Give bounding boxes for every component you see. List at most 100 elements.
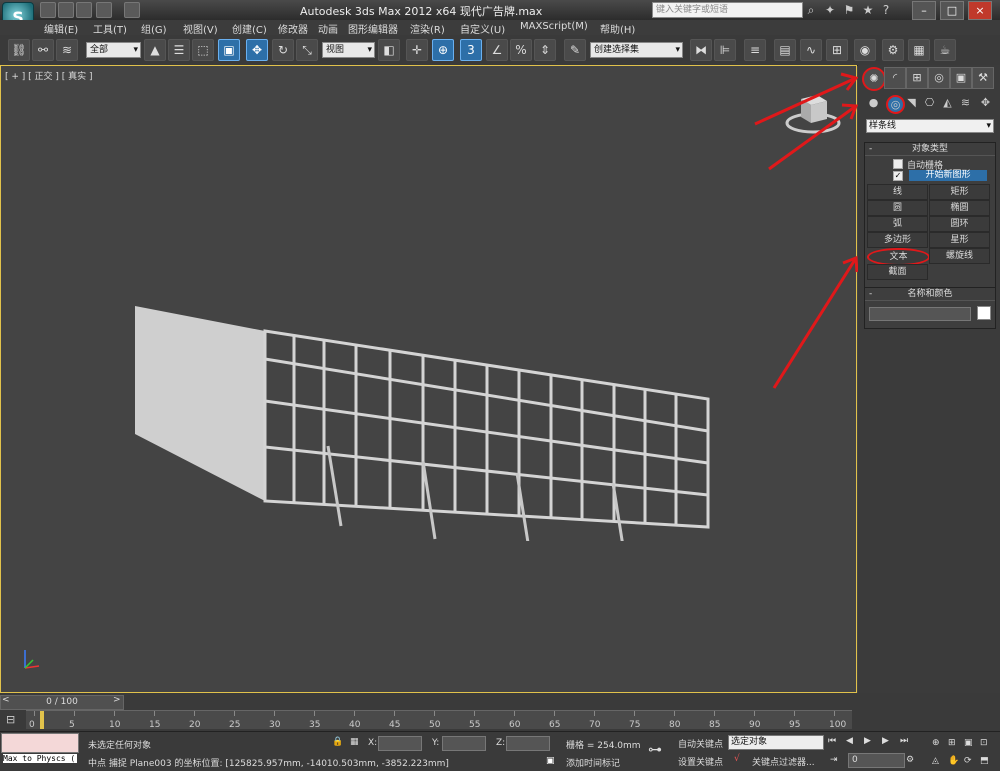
menu-views[interactable]: 视图(V): [183, 21, 218, 36]
open-file-icon[interactable]: [58, 2, 74, 18]
current-frame-field[interactable]: 0: [848, 753, 905, 768]
menu-help[interactable]: 帮助(H): [600, 21, 635, 36]
hierarchy-tab-icon[interactable]: ⊞: [906, 67, 928, 89]
pivot-center-icon[interactable]: ◧: [378, 39, 400, 61]
select-object-icon[interactable]: ▲: [144, 39, 166, 61]
object-color-swatch[interactable]: [977, 306, 991, 320]
object-type-header[interactable]: - 对象类型: [865, 143, 995, 156]
y-coordinate-field[interactable]: [442, 736, 486, 751]
menu-modifiers[interactable]: 修改器: [278, 21, 308, 36]
arc-button[interactable]: 弧: [867, 216, 928, 232]
key-mode-toggle-icon[interactable]: ⇥: [830, 755, 838, 765]
mini-curve-editor-icon[interactable]: ⊟: [6, 713, 15, 726]
menu-rendering[interactable]: 渲染(R): [410, 21, 445, 36]
render-production-icon[interactable]: ☕: [934, 39, 956, 61]
z-coordinate-field[interactable]: [506, 736, 550, 751]
edit-named-selection-icon[interactable]: ✎: [564, 39, 586, 61]
bind-space-warp-icon[interactable]: ≋: [56, 39, 78, 61]
selection-region-icon[interactable]: ⬚: [192, 39, 214, 61]
search-icon[interactable]: ⌕: [803, 2, 819, 18]
select-and-move-icon[interactable]: ✥: [246, 39, 268, 61]
next-frame-icon[interactable]: ▶: [882, 736, 889, 746]
maximize-viewport-icon[interactable]: ⬒: [980, 756, 989, 766]
auto-key-button[interactable]: 自动关键点: [678, 737, 723, 750]
menu-edit[interactable]: 编辑(E): [44, 21, 78, 36]
favorites-icon[interactable]: ★: [860, 2, 876, 18]
time-track[interactable]: 0 5 10 15 20 25 30 35 40 45 50 55 60 65 70 75 80 85 90 95 10…: [26, 710, 852, 730]
render-setup-icon[interactable]: ⚙: [882, 39, 904, 61]
key-filters-button[interactable]: 关键点过滤器...: [752, 755, 815, 768]
add-time-tag[interactable]: 添加时间标记: [566, 756, 620, 769]
mirror-icon[interactable]: ⧓: [690, 39, 712, 61]
circle-button[interactable]: 圆: [867, 200, 928, 216]
script-listener-field[interactable]: [1, 733, 79, 753]
name-and-color-header[interactable]: - 名称和颜色: [865, 288, 995, 301]
menu-group[interactable]: 组(G): [141, 21, 167, 36]
time-cursor[interactable]: [40, 711, 44, 729]
previous-frame-icon[interactable]: ◀: [846, 736, 853, 746]
object-name-field[interactable]: [869, 307, 971, 321]
geometry-icon[interactable]: ●: [866, 95, 881, 110]
menu-animation[interactable]: 动画: [318, 21, 338, 36]
subscription-icon[interactable]: ✦: [822, 2, 838, 18]
minimize-button[interactable]: –: [912, 1, 936, 20]
utilities-tab-icon[interactable]: ⚒: [972, 67, 994, 89]
zoom-extents-all-icon[interactable]: ⊡: [980, 738, 988, 748]
modify-tab-icon[interactable]: ◜: [884, 67, 906, 89]
slider-prev-icon[interactable]: <: [2, 695, 10, 705]
start-new-shape-button[interactable]: 开始新图形: [909, 170, 987, 181]
graphite-ribbon-icon[interactable]: ▤: [774, 39, 796, 61]
ellipse-button[interactable]: 椭圆: [929, 200, 990, 216]
menu-maxscript[interactable]: MAXScript(M): [520, 21, 588, 32]
angle-snap-icon[interactable]: ∠: [486, 39, 508, 61]
window-crossing-icon[interactable]: ▣: [218, 39, 240, 61]
zoom-icon[interactable]: ⊕: [932, 738, 940, 748]
helix-button[interactable]: 螺旋线: [929, 248, 990, 264]
layer-manager-icon[interactable]: ≡: [744, 39, 766, 61]
shape-category-dropdown[interactable]: 样条线: [866, 119, 994, 133]
space-warps-icon[interactable]: ≋: [958, 95, 973, 110]
go-to-start-icon[interactable]: ⏮: [828, 736, 836, 746]
menu-customize[interactable]: 自定义(U): [460, 21, 505, 36]
help-icon[interactable]: ?: [878, 2, 894, 18]
systems-icon[interactable]: ✥: [978, 95, 993, 110]
search-input[interactable]: 键入关键字或短语: [652, 2, 803, 18]
menu-create[interactable]: 创建(C): [232, 21, 267, 36]
create-tab-icon[interactable]: ✺: [862, 67, 886, 91]
time-tag-icon[interactable]: ▣: [546, 756, 555, 766]
absolute-mode-icon[interactable]: ▦: [350, 737, 359, 747]
zoom-extents-icon[interactable]: ▣: [964, 738, 973, 748]
selection-lock-icon[interactable]: 🔒: [332, 737, 343, 747]
time-slider[interactable]: 0 / 100: [0, 695, 124, 710]
schematic-view-icon[interactable]: ⊞: [826, 39, 848, 61]
script-listener-output[interactable]: Max to Physcs (: [3, 754, 77, 763]
section-button[interactable]: 截面: [867, 264, 928, 280]
line-button[interactable]: 线: [867, 184, 928, 200]
play-icon[interactable]: ▶: [864, 736, 871, 746]
select-and-link-icon[interactable]: ⛓: [8, 39, 30, 61]
align-icon[interactable]: ⊫: [714, 39, 736, 61]
helpers-icon[interactable]: ◭: [940, 95, 955, 110]
save-file-icon[interactable]: [76, 2, 92, 18]
zoom-all-icon[interactable]: ⊞: [948, 738, 956, 748]
curve-editor-icon[interactable]: ∿: [800, 39, 822, 61]
star-button[interactable]: 星形: [929, 232, 990, 248]
spinner-snap-icon[interactable]: ⇕: [534, 39, 556, 61]
select-by-name-icon[interactable]: ☰: [168, 39, 190, 61]
set-key-button[interactable]: 设置关键点: [678, 755, 723, 768]
menu-tools[interactable]: 工具(T): [93, 21, 127, 36]
select-manipulate-icon[interactable]: ✛: [406, 39, 428, 61]
named-selection-dropdown[interactable]: 创建选择集: [590, 42, 683, 58]
slider-next-icon[interactable]: >: [113, 695, 121, 705]
pan-view-icon[interactable]: ✋: [948, 756, 959, 766]
new-file-icon[interactable]: [40, 2, 56, 18]
key-mode-icon[interactable]: √: [734, 754, 740, 764]
donut-button[interactable]: 圆环: [929, 216, 990, 232]
select-and-scale-icon[interactable]: ⤡: [296, 39, 318, 61]
viewport-label[interactable]: [ + ] [ 正交 ] [ 真实 ]: [5, 69, 93, 82]
keyboard-shortcut-override-icon[interactable]: ⊕: [432, 39, 454, 61]
communication-icon[interactable]: ⚑: [841, 2, 857, 18]
time-configuration-icon[interactable]: ⚙: [906, 755, 914, 765]
perspective-viewport[interactable]: [ + ] [ 正交 ] [ 真实 ]: [0, 65, 858, 693]
percent-snap-icon[interactable]: %: [510, 39, 532, 61]
